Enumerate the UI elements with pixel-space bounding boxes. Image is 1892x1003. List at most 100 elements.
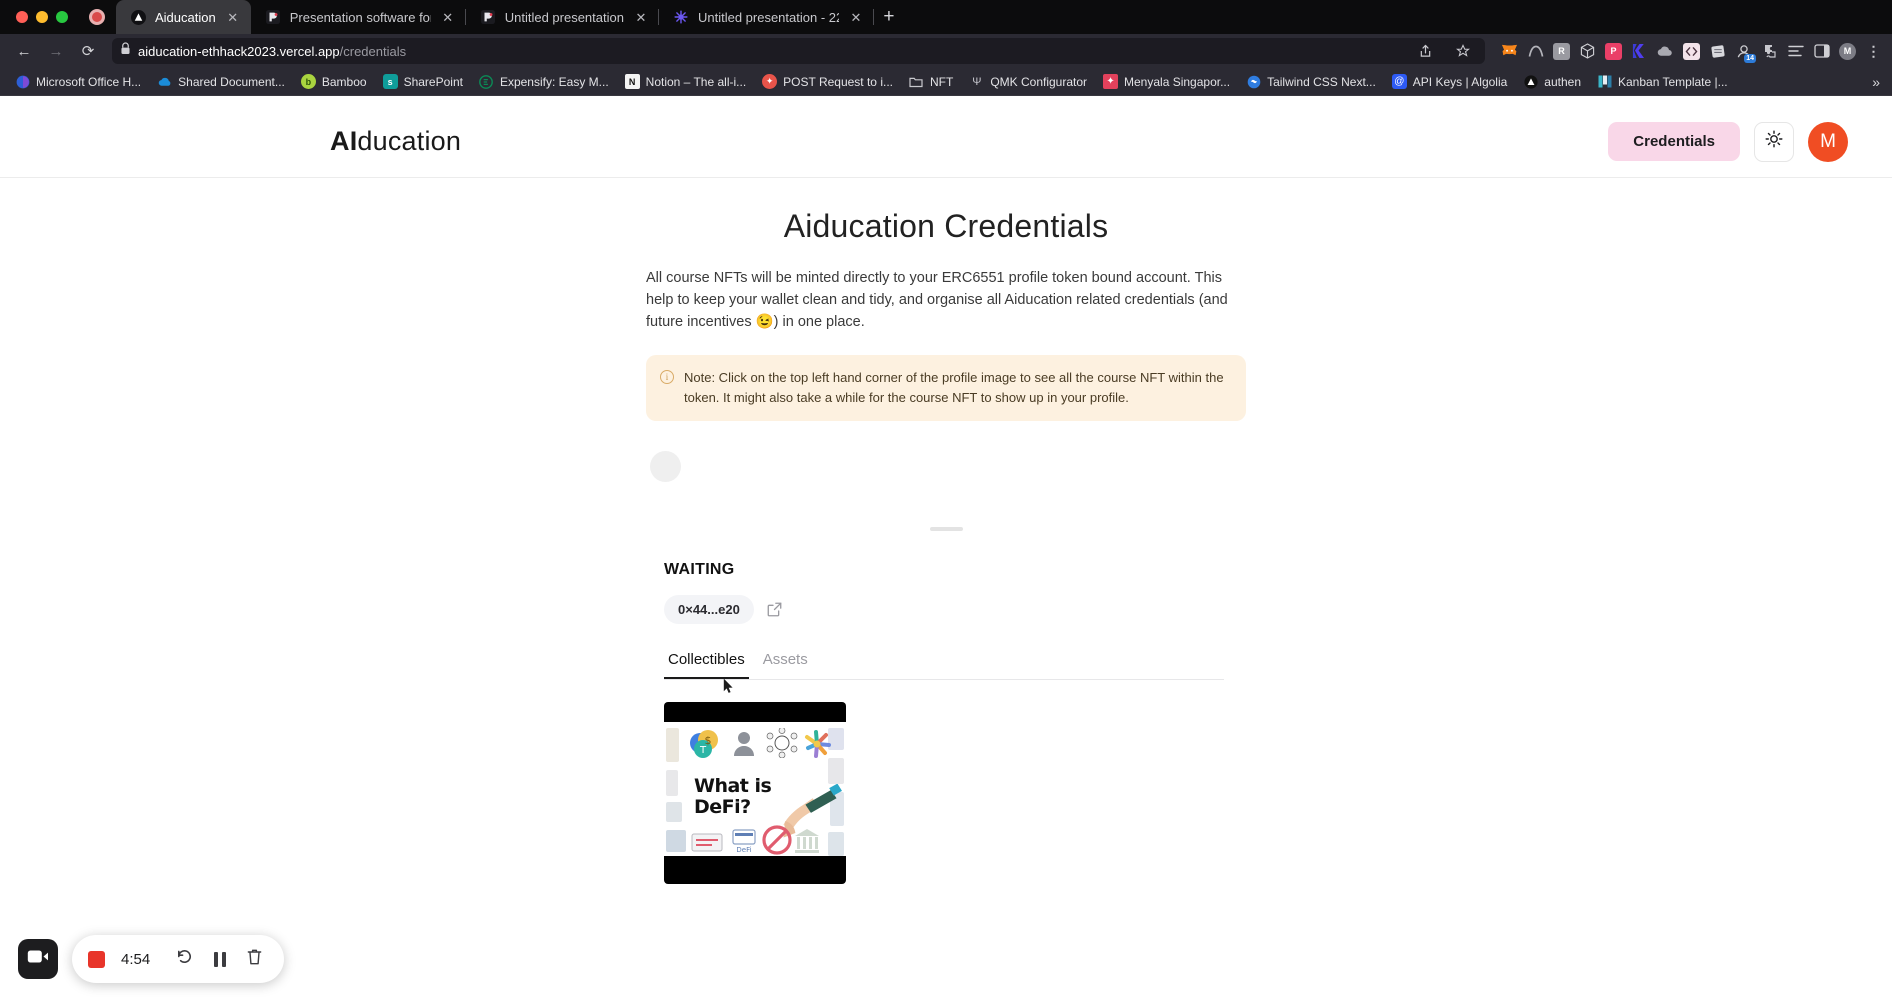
nft-title: What is DeFi? <box>694 775 772 819</box>
reload-button[interactable]: ⟳ <box>74 38 102 64</box>
rabby-wallet-extension-icon[interactable]: R <box>1553 42 1570 60</box>
bookmark-item-4[interactable]: Expensify: Easy M... <box>472 71 616 92</box>
browser-tab-3[interactable]: Untitled presentation - 22 Oct ✕ <box>659 0 874 34</box>
cloud-extension-icon[interactable] <box>1657 43 1674 60</box>
overflow-menu-icon[interactable]: ⋮ <box>1865 43 1882 60</box>
bookmark-item-6[interactable]: ✦ POST Request to i... <box>755 71 900 92</box>
devtools-extension-icon[interactable] <box>1683 42 1700 60</box>
trash-icon <box>246 948 263 971</box>
what-is-defi-nft[interactable]: T $ What is DeFi? DeFi <box>664 702 846 885</box>
browser-tab-0-close-icon[interactable]: ✕ <box>225 9 241 25</box>
doodle-left-panel-2 <box>666 770 678 797</box>
browser-tab-3-close-icon[interactable]: ✕ <box>848 9 864 25</box>
arc-extension-icon[interactable] <box>1527 43 1544 60</box>
notes-extension-icon[interactable] <box>1709 43 1726 60</box>
close-window-button[interactable] <box>16 11 28 23</box>
bookmark-star-icon[interactable] <box>1449 38 1477 64</box>
puzzle-extension-icon[interactable] <box>1761 43 1778 60</box>
bookmark-item-2[interactable]: b Bamboo <box>294 71 374 92</box>
account-avatar-icon[interactable]: M <box>1839 42 1856 60</box>
metamask-extension-icon[interactable] <box>1501 43 1518 60</box>
browser-tab-1-close-icon[interactable]: ✕ <box>440 9 456 25</box>
maximize-window-button[interactable] <box>56 11 68 23</box>
svg-text:DeFi: DeFi <box>736 846 751 854</box>
bookmark-item-8[interactable]: Ψ QMK Configurator <box>962 71 1094 92</box>
pause-recording-button[interactable] <box>210 950 229 969</box>
profile-token-image-placeholder[interactable] <box>650 451 681 483</box>
address-bar[interactable]: aiducation-ethhack2023.vercel.app/creden… <box>112 38 1485 64</box>
credentials-button[interactable]: Credentials <box>1608 122 1740 161</box>
bookmark-item-3[interactable]: s SharePoint <box>376 71 470 92</box>
sidebar-toggle-icon[interactable] <box>1813 43 1830 60</box>
tab-strip: Aiducation ✕ Presentation software for f… <box>0 0 1892 34</box>
restart-recording-button[interactable] <box>175 950 194 969</box>
bookmark-item-2-label: Bamboo <box>321 74 367 89</box>
account-address[interactable]: 0×44...e20 <box>664 595 754 625</box>
browser-tab-2[interactable]: Untitled presentation ✕ <box>466 0 660 34</box>
padlock-icon <box>120 42 131 60</box>
reader-list-icon[interactable] <box>1787 43 1804 60</box>
minimize-window-button[interactable] <box>36 11 48 23</box>
bookmark-item-5[interactable]: N Notion – The all-i... <box>618 71 754 92</box>
notion-icon: N <box>624 74 640 89</box>
tab-assets[interactable]: Assets <box>759 646 812 679</box>
browser-tab-0[interactable]: Aiducation ✕ <box>116 0 251 34</box>
theme-toggle-button[interactable] <box>1754 121 1794 162</box>
camera-button[interactable] <box>18 939 58 979</box>
site-header-actions: Credentials M <box>1608 121 1848 162</box>
bookmark-item-9-label: Menyala Singapor... <box>1124 74 1231 89</box>
page-content: Aiducation Credentials All course NFTs w… <box>646 178 1246 885</box>
drag-handle[interactable] <box>929 527 963 532</box>
doodle-no-entry-icon <box>762 825 792 855</box>
bookmark-item-9[interactable]: ✦ Menyala Singapor... <box>1096 71 1237 92</box>
bookmark-item-0[interactable]: Microsoft Office H... <box>8 71 148 92</box>
back-button[interactable]: ← <box>10 38 38 64</box>
browser-tab-1[interactable]: Presentation software for fast ✕ <box>251 0 466 34</box>
bookmark-item-6-label: POST Request to i... <box>783 74 893 89</box>
bookmark-item-13[interactable]: Kanban Template |... <box>1590 71 1735 92</box>
pocket-extension-icon[interactable]: P <box>1605 42 1622 60</box>
share-icon[interactable] <box>1411 38 1439 64</box>
tab-collectibles[interactable]: Collectibles <box>664 646 749 680</box>
new-tab-button[interactable]: + <box>874 0 904 34</box>
bookmarks-overflow-button[interactable]: » <box>1872 74 1884 90</box>
profile-badge-icon[interactable]: 14 <box>1735 43 1756 63</box>
status-badge: WAITING <box>664 561 735 579</box>
bookmark-item-7-label: NFT <box>929 74 954 89</box>
profile-badge-count: 14 <box>1744 53 1756 63</box>
delete-recording-button[interactable] <box>245 948 264 971</box>
doodle-hooded-figure-icon <box>734 732 754 757</box>
bookmark-item-11-label: API Keys | Algolia <box>1412 74 1508 89</box>
bookmark-item-12-label: authen <box>1544 74 1581 89</box>
kaleido-extension-icon[interactable] <box>1631 43 1648 60</box>
bookmark-item-12[interactable]: authen <box>1516 71 1588 92</box>
pitch-icon <box>265 9 281 25</box>
page-viewport: AIducation Credentials M Aiducation Cred… <box>0 106 1892 1003</box>
bookmark-item-1[interactable]: Shared Document... <box>150 71 292 92</box>
avatar[interactable]: M <box>1808 121 1848 162</box>
nft-title-line2: DeFi? <box>694 796 751 819</box>
stop-recording-button[interactable] <box>88 950 105 968</box>
vercel-icon <box>1523 74 1538 89</box>
external-link-icon[interactable] <box>766 601 783 618</box>
browser-tab-2-close-icon[interactable]: ✕ <box>633 9 649 25</box>
kanban-icon <box>1597 74 1612 89</box>
pitch-icon <box>480 9 496 25</box>
site-logo[interactable]: AIducation <box>330 126 461 157</box>
bookmark-item-10[interactable]: Tailwind CSS Next... <box>1239 71 1383 92</box>
mouse-cursor <box>723 678 734 694</box>
bookmark-item-7[interactable]: NFT <box>902 71 960 92</box>
browser-window: Aiducation ✕ Presentation software for f… <box>0 0 1892 1003</box>
bookmark-item-4-label: Expensify: Easy M... <box>499 74 609 89</box>
forward-button[interactable]: → <box>42 38 70 64</box>
extensions-toolbar: R P 14 M ⋮ <box>1495 42 1882 63</box>
collectibles-grid: T $ What is DeFi? DeFi <box>664 702 1246 885</box>
cube-extension-icon[interactable] <box>1579 43 1596 60</box>
doodle-people-group <box>666 830 686 853</box>
doodle-right-panel-2 <box>828 758 844 785</box>
bookmark-item-11[interactable]: @ API Keys | Algolia <box>1385 71 1515 92</box>
pinned-tab[interactable] <box>78 0 116 34</box>
bookmark-item-10-label: Tailwind CSS Next... <box>1267 74 1376 89</box>
sun-icon <box>1764 129 1784 154</box>
page-title: Aiducation Credentials <box>783 208 1109 244</box>
